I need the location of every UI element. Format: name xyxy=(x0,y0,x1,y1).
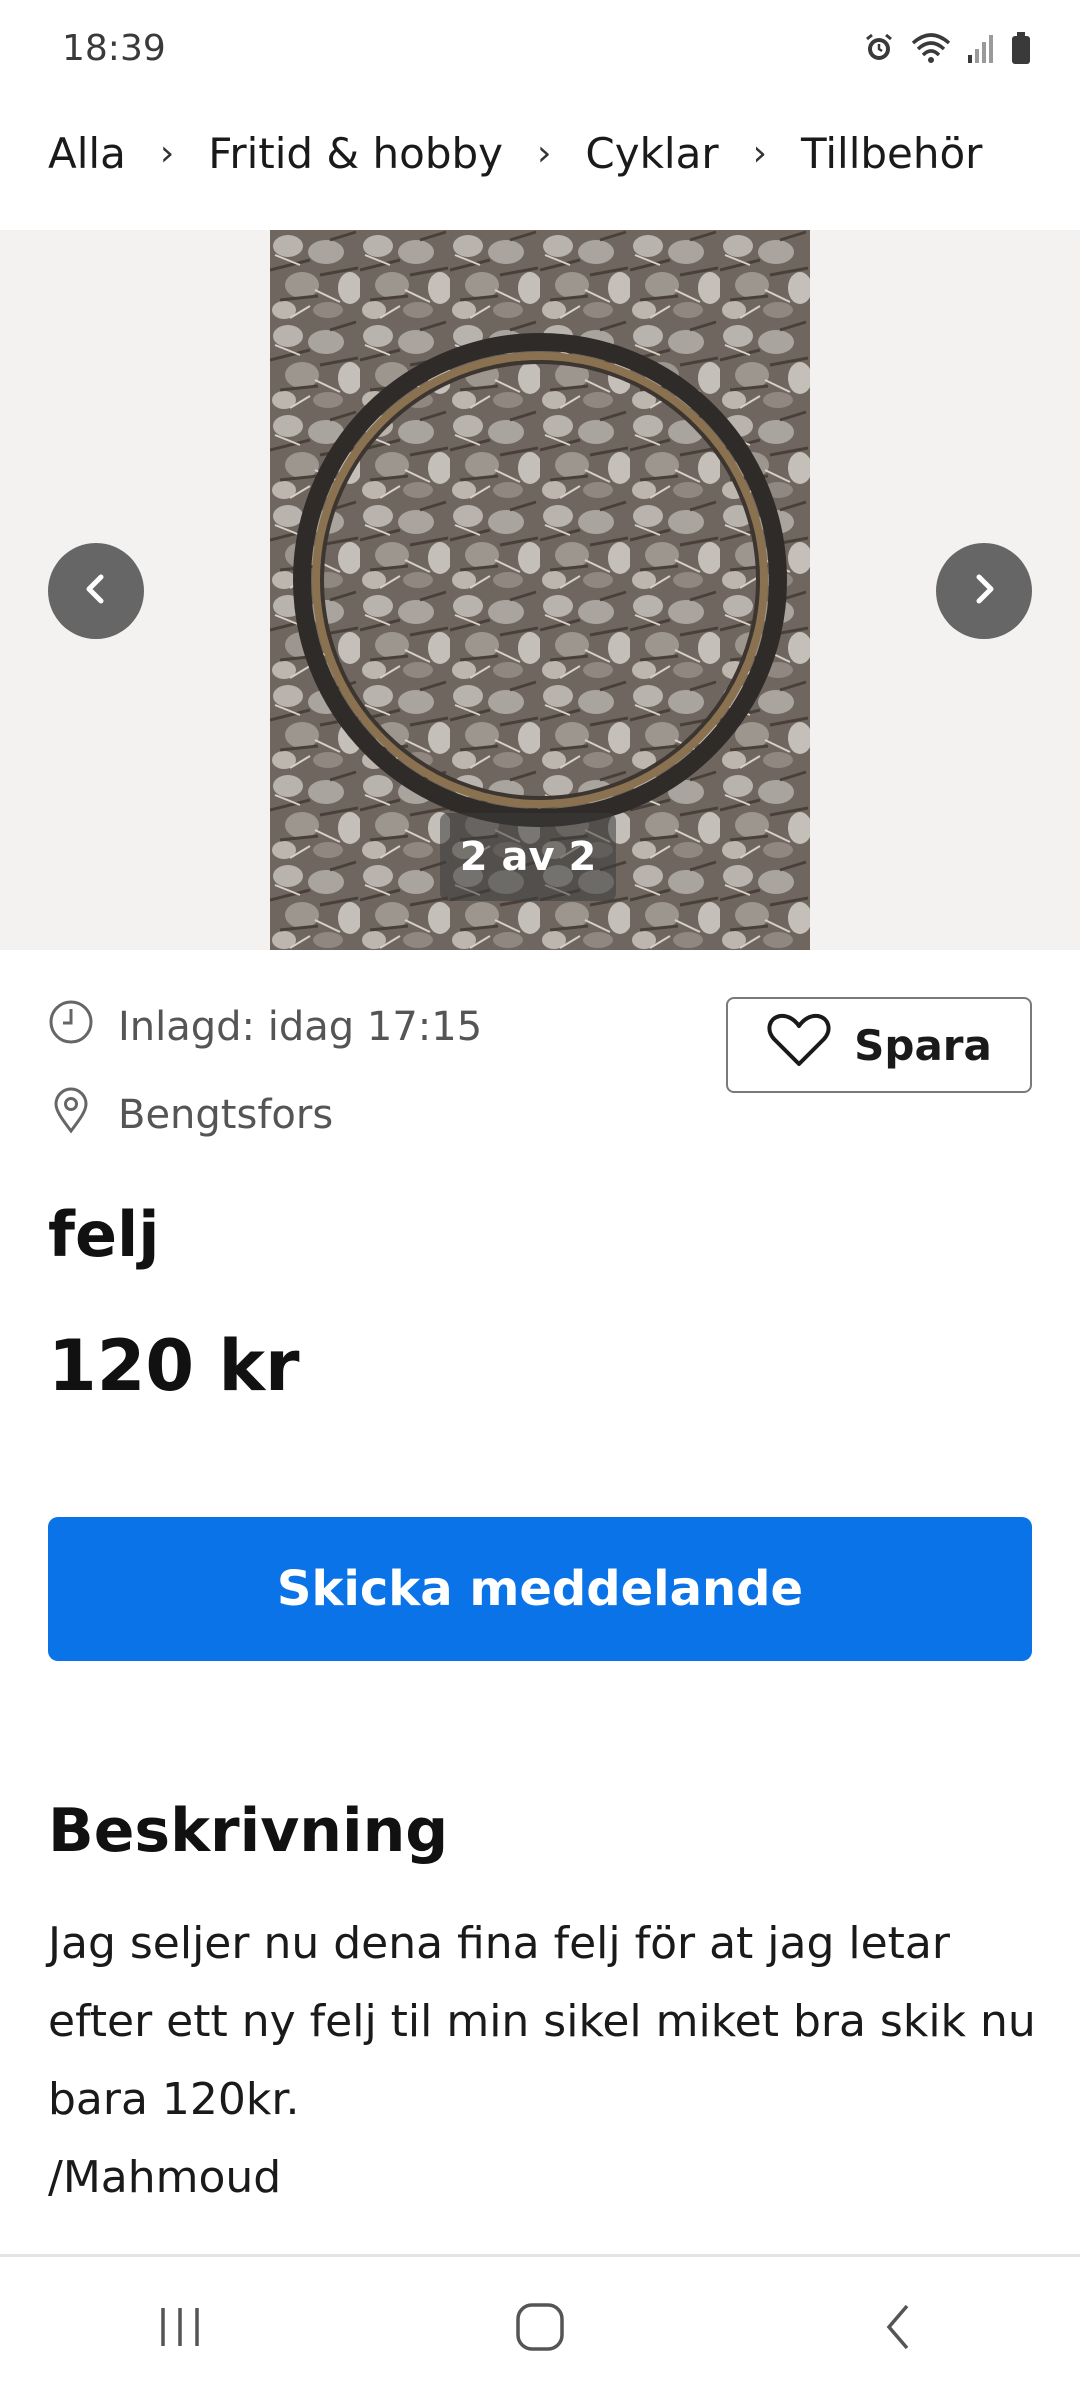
breadcrumb-separator: › xyxy=(752,132,767,174)
battery-icon xyxy=(1010,31,1032,65)
breadcrumb-separator: › xyxy=(537,132,552,174)
status-time: 18:39 xyxy=(62,27,166,69)
send-message-button[interactable]: Skicka meddelande xyxy=(48,1517,1032,1661)
signal-icon xyxy=(966,31,996,65)
chevron-right-icon xyxy=(964,569,1004,613)
system-nav-bar xyxy=(0,2254,1080,2400)
back-button[interactable] xyxy=(840,2279,960,2379)
chevron-left-icon xyxy=(76,569,116,613)
status-icons xyxy=(862,31,1032,65)
breadcrumb: Alla › Fritid & hobby › Cyklar › Tillbeh… xyxy=(48,118,982,188)
clock-icon xyxy=(48,999,118,1055)
status-bar: 18:39 xyxy=(0,0,1080,96)
breadcrumb-item-alla[interactable]: Alla xyxy=(48,129,126,178)
breadcrumb-separator: › xyxy=(159,132,175,174)
gallery-prev-button[interactable] xyxy=(48,543,144,639)
description-line: efter ett ny felj til min sikel miket br… xyxy=(48,1996,1036,2047)
location: Bengtsfors xyxy=(118,1092,334,1138)
alarm-icon xyxy=(862,31,896,65)
breadcrumb-item-fritid-hobby[interactable]: Fritid & hobby xyxy=(208,129,503,178)
posted-time: Inlagd: idag 17:15 xyxy=(118,1004,483,1050)
location-pin-icon xyxy=(48,1085,118,1145)
posted-time-row: Inlagd: idag 17:15 xyxy=(48,994,482,1060)
gallery-next-button[interactable] xyxy=(936,543,1032,639)
description-line: /Mahmoud xyxy=(48,2152,282,2203)
breadcrumb-item-cyklar[interactable]: Cyklar xyxy=(585,129,718,178)
home-button[interactable] xyxy=(480,2279,600,2379)
description-line: bara 120kr. xyxy=(48,2074,300,2125)
image-gallery: 2 av 2 xyxy=(0,230,1080,950)
save-label: Spara xyxy=(854,1020,992,1070)
heart-icon xyxy=(766,1012,832,1078)
home-icon xyxy=(513,2300,567,2358)
save-button[interactable]: Spara xyxy=(726,997,1032,1093)
description-body: Jag seljer nu dena fina felj för at jag … xyxy=(48,1905,1038,2217)
description-heading: Beskrivning xyxy=(48,1796,449,1866)
recent-apps-button[interactable] xyxy=(120,2279,240,2379)
back-icon xyxy=(875,2302,925,2356)
breadcrumb-item-tillbehor[interactable]: Tillbehör xyxy=(801,129,982,178)
listing-title: felj xyxy=(48,1198,160,1271)
recent-apps-icon xyxy=(155,2302,205,2356)
image-counter: 2 av 2 xyxy=(440,813,616,901)
location-row: Bengtsfors xyxy=(48,1082,333,1148)
listing-price: 120 kr xyxy=(48,1325,300,1407)
wifi-icon xyxy=(910,31,952,65)
description-line: Jag seljer nu dena fina felj för at jag … xyxy=(48,1918,950,1969)
